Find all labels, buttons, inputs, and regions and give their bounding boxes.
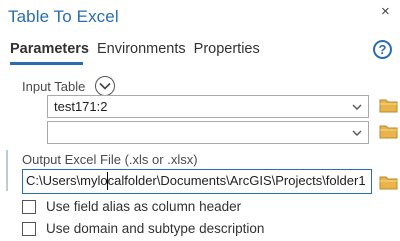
input-table-combo-2[interactable]	[47, 121, 369, 144]
folder-icon[interactable]	[379, 175, 398, 190]
input-table-combo-1[interactable]: test171:2	[47, 95, 369, 118]
tab-environments[interactable]: Environments	[97, 41, 186, 61]
field-alias-checkbox[interactable]	[22, 199, 36, 214]
focus-indicator-bar	[6, 150, 8, 191]
window-title: Table To Excel	[8, 7, 119, 26]
chevron-down-icon[interactable]	[351, 101, 363, 113]
active-tab-indicator	[10, 62, 83, 65]
close-icon[interactable]: ×	[381, 4, 390, 19]
text-caret	[107, 172, 108, 190]
input-table-label: Input Table	[22, 79, 86, 94]
input-table-value-1: test171:2	[54, 99, 108, 114]
help-icon[interactable]: ?	[373, 40, 392, 59]
output-file-label: Output Excel File (.xls or .xlsx)	[22, 152, 198, 167]
field-alias-label: Use field alias as column header	[46, 199, 242, 214]
field-alias-option[interactable]: Use field alias as column header	[22, 199, 241, 214]
domain-subtype-checkbox[interactable]	[22, 221, 36, 236]
domain-subtype-label: Use domain and subtype description	[46, 221, 265, 236]
tab-parameters[interactable]: Parameters	[10, 41, 89, 61]
tab-bar: Parameters Environments Properties	[10, 41, 260, 61]
output-file-input[interactable]: C:\Users\mylocalfolder\Documents\ArcGIS\…	[22, 169, 372, 194]
chevron-down-icon[interactable]	[351, 127, 363, 139]
expand-chevron-icon[interactable]	[95, 76, 115, 96]
folder-icon[interactable]	[379, 98, 398, 113]
folder-icon[interactable]	[379, 124, 398, 139]
domain-subtype-option[interactable]: Use domain and subtype description	[22, 221, 264, 236]
tab-properties[interactable]: Properties	[194, 41, 260, 61]
